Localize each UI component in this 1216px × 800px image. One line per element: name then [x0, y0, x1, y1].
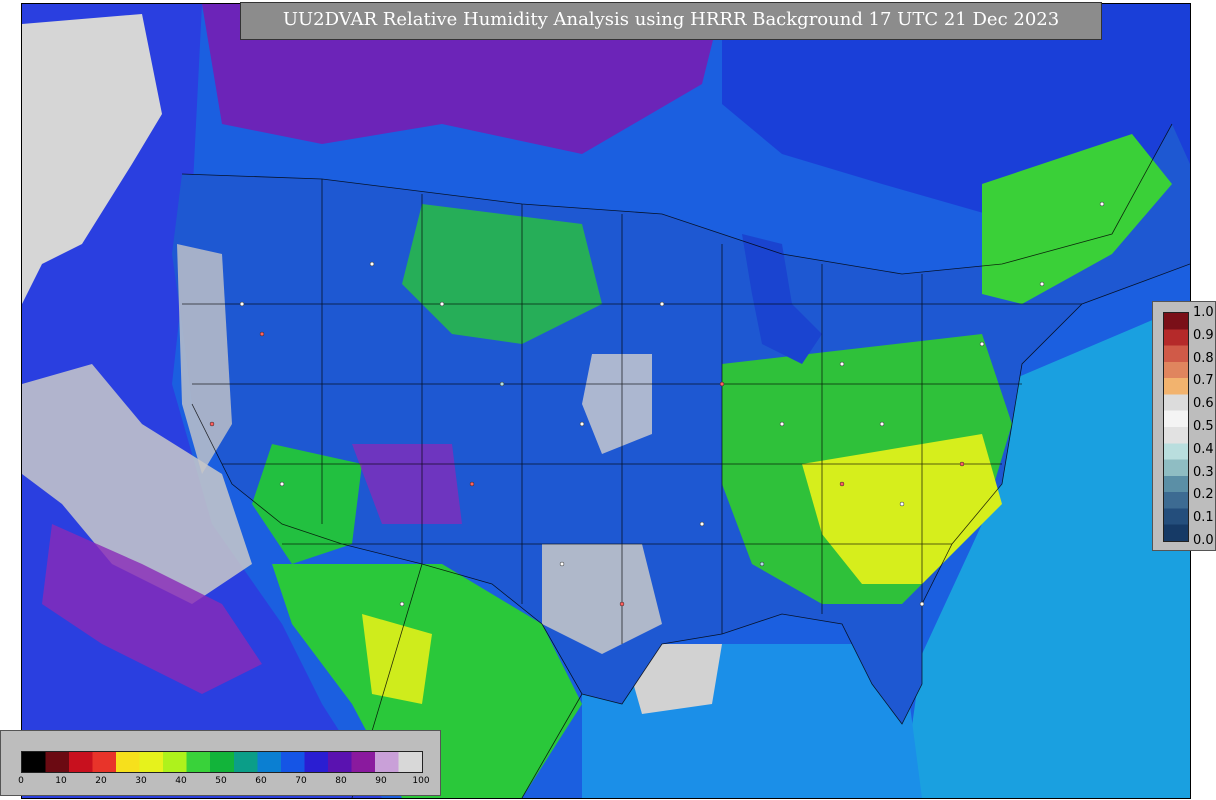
horizontal-colorbar-tick: 80	[335, 776, 347, 786]
vertical-colorbar-tick: 0.0	[1193, 533, 1214, 548]
vertical-colorbar-tick: 0.3	[1193, 464, 1214, 480]
vertical-colorbar-strip	[1163, 312, 1189, 542]
vertical-colorbar-tick: 0.1	[1193, 510, 1214, 526]
horizontal-colorbar-strip	[21, 751, 423, 773]
horizontal-colorbar-tick: 70	[295, 776, 307, 786]
horizontal-colorbar-tick: 20	[95, 776, 107, 786]
map-title: UU2DVAR Relative Humidity Analysis using…	[240, 2, 1102, 40]
vertical-colorbar-tick: 0.6	[1193, 396, 1214, 412]
vertical-colorbar-tick: 1.0	[1193, 305, 1214, 320]
humidity-map	[22, 4, 1190, 798]
horizontal-colorbar-tick: 0	[18, 776, 24, 786]
vertical-colorbar-tick: 0.8	[1193, 350, 1214, 366]
vertical-colorbar: 1.0 0.9 0.8 0.7 0.6 0.5 0.4 0.3 0.2 0.1 0.0	[1152, 301, 1216, 551]
horizontal-colorbar-tick: 50	[215, 776, 227, 786]
horizontal-colorbar-tick: 40	[175, 776, 187, 786]
horizontal-colorbar-tick: 100	[412, 776, 430, 786]
horizontal-colorbar-tick: 30	[135, 776, 147, 786]
vertical-colorbar-tick: 0.7	[1193, 373, 1214, 389]
horizontal-colorbar-tick: 10	[55, 776, 67, 786]
map-frame	[21, 3, 1191, 799]
vertical-colorbar-tick: 0.9	[1193, 327, 1214, 343]
horizontal-colorbar-tick: 60	[255, 776, 267, 786]
horizontal-colorbar: 0 10 20 30 40 50 60 70 80 90 100	[0, 730, 441, 796]
horizontal-colorbar-tick: 90	[375, 776, 387, 786]
vertical-colorbar-tick: 0.4	[1193, 441, 1214, 457]
vertical-colorbar-tick: 0.2	[1193, 487, 1214, 503]
vertical-colorbar-tick: 0.5	[1193, 419, 1214, 434]
